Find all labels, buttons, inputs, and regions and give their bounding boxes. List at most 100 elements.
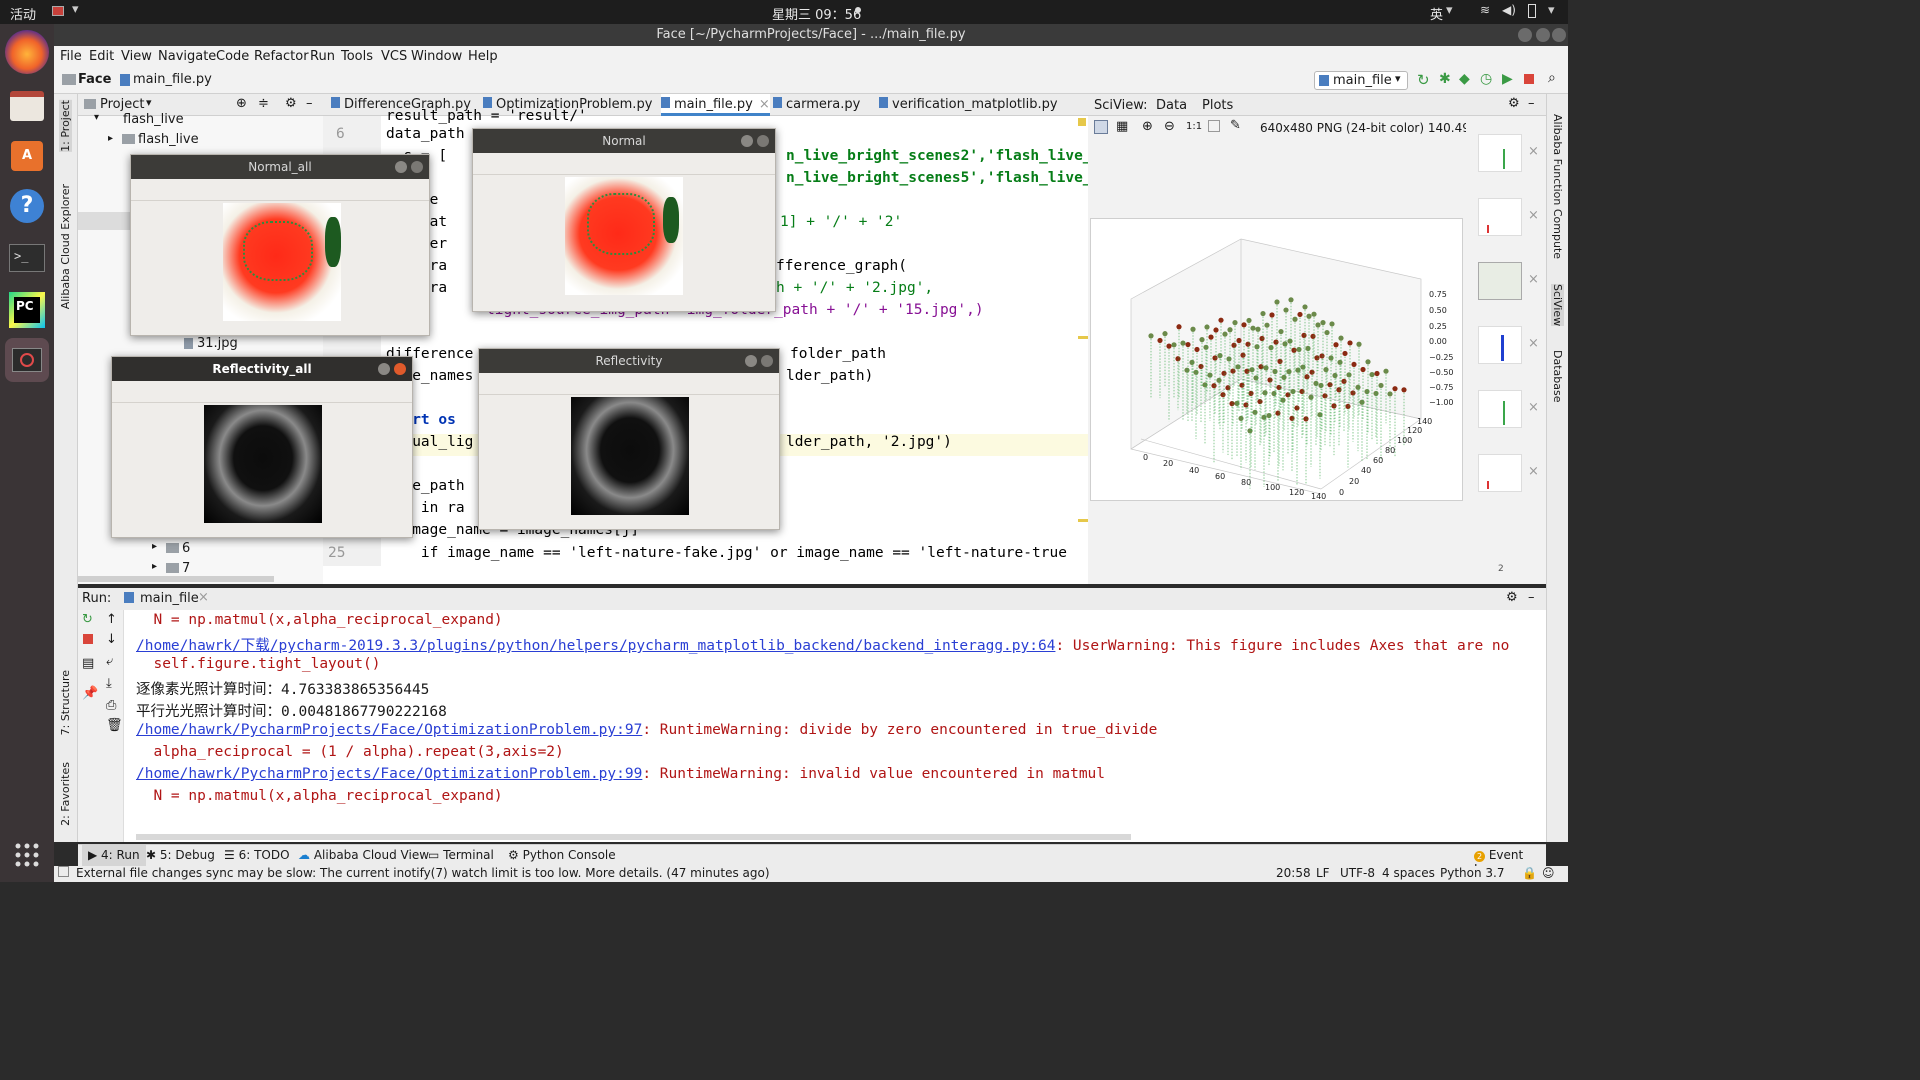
menu-navigate[interactable]: Navigate [158, 49, 216, 64]
close-button[interactable] [411, 161, 423, 173]
close-icon[interactable]: × [1528, 208, 1539, 223]
plot-thumbnail[interactable] [1478, 454, 1522, 492]
indent-setting[interactable]: 4 spaces [1382, 866, 1435, 880]
python-interpreter[interactable]: Python 3.7 [1440, 866, 1505, 880]
tree-row[interactable]: ▾ flash_live [78, 112, 323, 128]
hide-icon[interactable]: – [1528, 96, 1535, 111]
color-picker-icon[interactable]: ✎ [1230, 118, 1241, 133]
chevron-down-icon[interactable]: ▾ [1446, 3, 1453, 18]
window-reflectivity-all[interactable]: Reflectivity_all [111, 356, 413, 538]
hide-icon[interactable]: – [306, 96, 313, 111]
software-center-icon[interactable]: A [5, 134, 49, 178]
tab-main-file[interactable]: main_file.py × [661, 94, 770, 116]
lock-icon[interactable]: 🔒 [1522, 866, 1537, 880]
minimize-button[interactable] [745, 355, 757, 367]
input-method-indicator[interactable]: 英 [1430, 4, 1443, 23]
minimize-button[interactable] [1518, 28, 1532, 42]
print-icon[interactable]: ⎙ [106, 698, 116, 713]
gear-icon[interactable]: ⚙ [285, 96, 297, 111]
hide-icon[interactable]: – [1528, 590, 1535, 605]
status-toggle-icon[interactable] [58, 866, 69, 877]
close-button[interactable] [1552, 28, 1566, 42]
close-icon[interactable]: × [1528, 144, 1539, 159]
close-icon[interactable]: × [1528, 400, 1539, 415]
layout-icon[interactable]: ▤ [82, 656, 94, 671]
close-button[interactable] [757, 135, 769, 147]
flag-icon[interactable] [52, 6, 64, 16]
error-stripe-mark[interactable] [1078, 519, 1088, 522]
tab-plots[interactable]: Plots [1202, 98, 1233, 113]
plot-thumbnail-selected[interactable] [1478, 262, 1522, 300]
terminal-icon[interactable]: >_ [5, 236, 49, 280]
menu-edit[interactable]: Edit [89, 49, 114, 64]
background-icon[interactable] [1208, 120, 1220, 132]
pycharm-icon[interactable]: PC [5, 288, 49, 332]
tool-window-database[interactable]: Database [1551, 350, 1564, 403]
zoom-in-icon[interactable]: ⊕ [1142, 119, 1153, 134]
concurrency-icon[interactable]: ▶ [1502, 71, 1513, 87]
zoom-out-icon[interactable]: ⊖ [1164, 119, 1175, 134]
volume-icon[interactable]: ◀) [1502, 3, 1516, 17]
files-icon[interactable] [5, 84, 49, 128]
menu-tools[interactable]: Tools [341, 49, 373, 64]
menu-window[interactable]: Window [411, 49, 462, 64]
up-arrow-icon[interactable]: ↑ [106, 612, 117, 627]
tool-tab-run[interactable]: ▶ 4: Run [82, 845, 146, 866]
tree-row[interactable]: ▸ 6 [78, 538, 323, 558]
activities-button[interactable]: 活动 [10, 4, 36, 23]
status-message[interactable]: External file changes sync may be slow: … [76, 866, 770, 880]
grid-icon[interactable]: ▦ [1116, 119, 1128, 134]
chevron-down-icon[interactable]: ▾ [146, 96, 152, 109]
tool-window-favorites[interactable]: 2: Favorites [59, 762, 72, 826]
menu-file[interactable]: File [60, 49, 82, 64]
warning-stripe-icon[interactable] [1078, 118, 1086, 126]
debug-icon[interactable]: ✱ [1439, 71, 1451, 87]
window-reflectivity[interactable]: Reflectivity [478, 348, 780, 530]
horizontal-scrollbar[interactable] [78, 576, 274, 582]
project-view-select[interactable]: Project [100, 97, 144, 112]
collapse-all-icon[interactable]: ≑ [258, 96, 269, 111]
help-icon[interactable]: ? [5, 184, 49, 228]
window-title-bar[interactable]: Reflectivity_all [112, 357, 412, 381]
firefox-icon[interactable] [5, 30, 49, 74]
rerun-icon[interactable]: ↻ [82, 612, 93, 627]
tool-tab-terminal[interactable]: ▭ Terminal [428, 848, 494, 862]
menu-refactor[interactable]: Refactor [254, 49, 309, 64]
wifi-icon[interactable]: ≋ [1480, 3, 1490, 17]
traceback-link[interactable]: /home/hawrk/PycharmProjects/Face/Optimiz… [136, 722, 642, 738]
tab-data[interactable]: Data [1156, 98, 1187, 113]
tab-carmera[interactable]: carmera.py [773, 97, 860, 112]
show-apps-icon[interactable] [14, 842, 40, 868]
chevron-right-icon[interactable]: ▸ [152, 561, 157, 572]
minimize-button[interactable] [395, 161, 407, 173]
actual-size-button[interactable]: 1:1 [1186, 121, 1202, 132]
tree-row[interactable]: 31.jpg [78, 334, 323, 354]
soft-wrap-icon[interactable]: ⤶ [106, 654, 113, 669]
plot-thumbnail[interactable] [1478, 326, 1522, 364]
plot-image[interactable]: 0.75 0.50 0.25 0.00 −0.25 −0.50 −0.75 −1… [1090, 218, 1463, 501]
menu-help[interactable]: Help [468, 49, 498, 64]
file-encoding[interactable]: UTF-8 [1340, 866, 1375, 880]
traceback-link[interactable]: /home/hawrk/下载/pycharm-2019.3.3/plugins/… [136, 638, 1055, 654]
line-separator[interactable]: LF [1316, 866, 1330, 880]
close-tab-icon[interactable]: × [198, 590, 209, 605]
window-title-bar[interactable]: Reflectivity [479, 349, 779, 373]
gear-icon[interactable]: ⚙ [1506, 590, 1518, 605]
tool-window-cloud-explorer[interactable]: Alibaba Cloud Explorer [59, 184, 72, 309]
minimize-button[interactable] [378, 363, 390, 375]
profile-icon[interactable]: ◷ [1480, 71, 1492, 87]
stop-icon[interactable] [83, 634, 93, 644]
tool-window-structure[interactable]: 7: Structure [59, 670, 72, 735]
close-button[interactable] [394, 363, 406, 375]
tool-window-function-compute[interactable]: Alibaba Function Compute [1551, 114, 1564, 259]
menu-code[interactable]: Code [216, 49, 249, 64]
chevron-right-icon[interactable]: ▸ [108, 133, 113, 144]
pin-icon[interactable]: 📌 [82, 686, 98, 701]
gear-icon[interactable]: ⚙ [1508, 96, 1520, 111]
caret-position[interactable]: 20:58 [1276, 866, 1311, 880]
tool-window-sciview[interactable]: SciView [1551, 284, 1564, 327]
chevron-down-icon[interactable]: ▾ [94, 112, 99, 123]
maximize-button[interactable] [1536, 28, 1550, 42]
close-tab-icon[interactable]: × [759, 97, 770, 112]
breadcrumb-project[interactable]: Face [78, 72, 111, 87]
